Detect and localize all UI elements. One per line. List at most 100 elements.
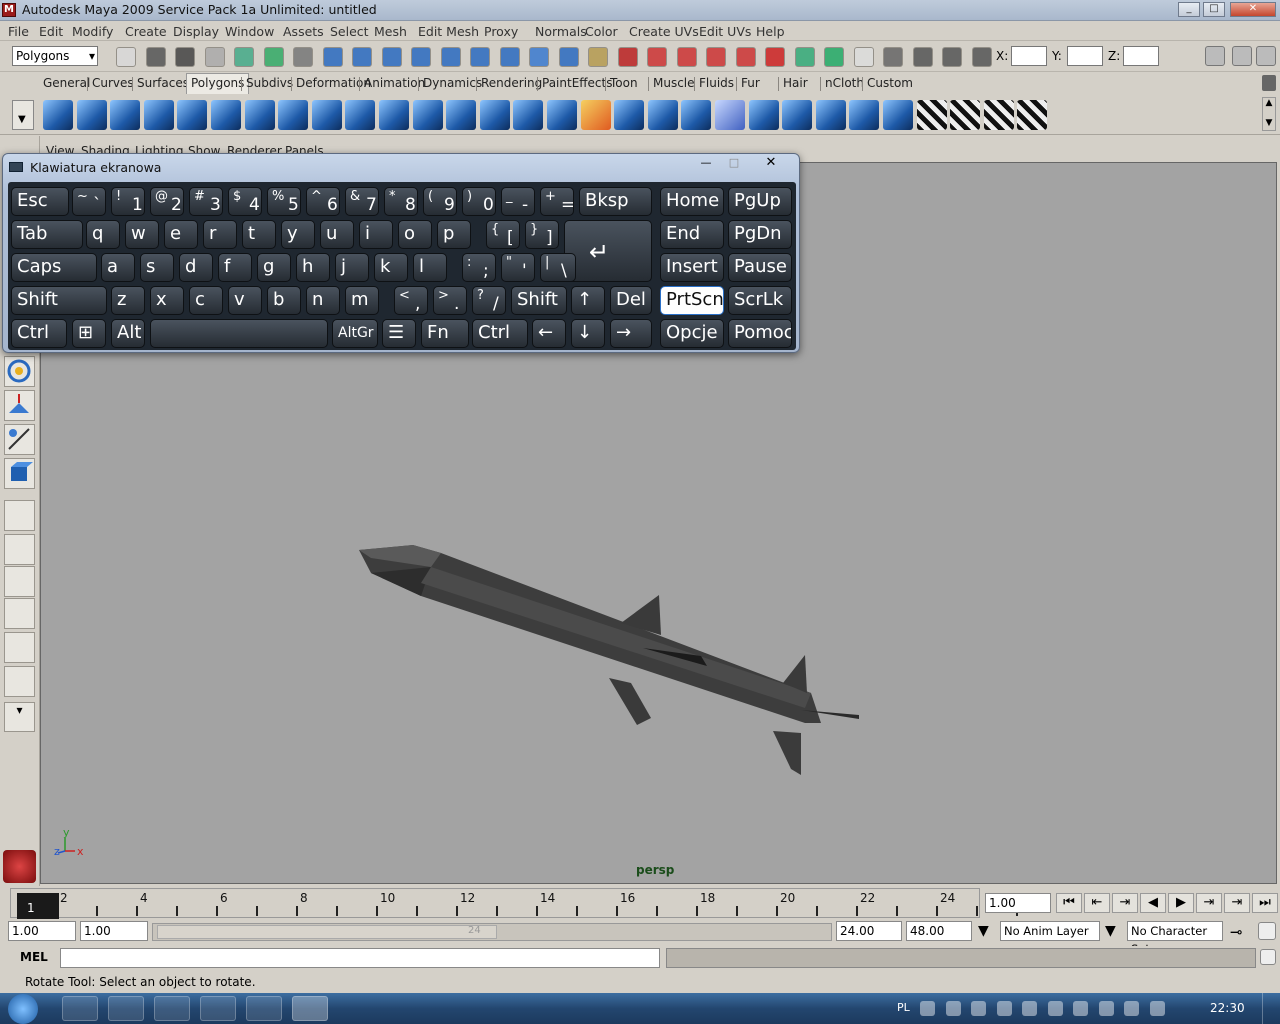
shelf-tool-icon-3[interactable] (110, 100, 141, 130)
menu-proxy[interactable]: Proxy (484, 24, 518, 39)
status-tool-icon-25[interactable] (824, 47, 844, 67)
status-tool-icon-30[interactable] (971, 47, 992, 67)
key-key2-0-3[interactable]: @2 (150, 187, 184, 216)
shelf-tool-icon-7[interactable] (244, 100, 275, 130)
language-indicator[interactable]: PL (897, 1001, 910, 1014)
shelf-tool-icon-11[interactable] (379, 100, 409, 130)
status-tool-icon-18[interactable] (617, 47, 638, 67)
preferences-icon[interactable] (1258, 922, 1276, 940)
key-r-1-4[interactable]: r (203, 220, 237, 249)
status-tool-icon-22[interactable] (735, 47, 756, 67)
key-key7-0-8[interactable]: & 7 (345, 187, 379, 216)
explorer-taskbar-icon[interactable] (108, 996, 144, 1021)
key-key-2-10[interactable]: :; (462, 253, 496, 282)
key-Bksp-0-14[interactable]: Bksp (579, 187, 652, 216)
step-back-key-button[interactable]: ⇤ (1084, 893, 1110, 913)
key--4-9[interactable]: ↓ (571, 319, 605, 348)
status-tool-icon-23[interactable] (765, 47, 785, 67)
shelf-tool-icon-23[interactable] (782, 100, 813, 130)
attribute-editor-icon[interactable] (1205, 46, 1225, 66)
z-input[interactable] (1123, 46, 1159, 66)
key-pause[interactable]: Pause (728, 253, 792, 282)
status-tool-icon-21[interactable] (706, 47, 726, 67)
shelf-tool-icon-26[interactable] (883, 100, 913, 130)
key-e-1-3[interactable]: e (164, 220, 198, 249)
status-tool-icon-19[interactable] (647, 47, 667, 67)
status-tool-icon-1[interactable] (116, 47, 136, 67)
key-insert[interactable]: Insert (660, 253, 724, 282)
status-tool-icon-16[interactable] (558, 47, 579, 67)
key-Alt-4-2[interactable]: Alt (111, 319, 145, 348)
maya-taskbar-icon[interactable] (246, 996, 282, 1021)
shelf-tool-icon-29[interactable] (983, 100, 1014, 130)
key-key-1-12[interactable]: }] (525, 220, 559, 249)
key-l-2-9[interactable]: l (413, 253, 447, 282)
time-slider[interactable]: 1 2 4 6 8 10 12 14 16 18 20 22 24 1.00 ⏮ ⇤ ⇥ ◀ ▶ ⇥ ⇥ ⏭ (0, 886, 1280, 919)
status-tool-icon-6[interactable] (263, 47, 284, 67)
step-forward-frame-button[interactable]: ⇥ (1196, 893, 1222, 913)
scale-tool-icon[interactable] (4, 390, 35, 421)
shelf-tool-icon-16[interactable] (547, 100, 577, 130)
shelf-tab-fur[interactable]: Fur (741, 76, 760, 90)
status-tool-icon-27[interactable] (883, 47, 903, 67)
key-key6-0-7[interactable]: ^ 6 (306, 187, 340, 216)
shelf-tool-icon-13[interactable] (446, 100, 477, 130)
current-time-field[interactable]: 1.00 (985, 893, 1051, 913)
menu-window[interactable]: Window (225, 24, 274, 39)
status-tool-icon-11[interactable] (411, 47, 431, 67)
shelf-scrollbar[interactable]: ▲ ▼ (1262, 97, 1276, 131)
menu-edit-mesh[interactable]: Edit Mesh (418, 24, 479, 39)
key-Tab-1-0[interactable]: Tab (11, 220, 83, 249)
single-perspective-layout-icon[interactable] (4, 500, 35, 531)
key-t-1-5[interactable]: t (242, 220, 276, 249)
key-home[interactable]: Home (660, 187, 724, 216)
key-b-3-5[interactable]: b (267, 286, 301, 315)
menu-display[interactable]: Display (173, 24, 219, 39)
shelf-tab-subdivs[interactable]: Subdivs (246, 76, 293, 90)
key-icon[interactable]: ⊸ (1230, 923, 1243, 941)
shelf-menu-button[interactable]: ▼ (12, 100, 34, 130)
key-w-1-2[interactable]: w (125, 220, 159, 249)
menu-set-dropdown[interactable]: Polygons ▾ (12, 46, 98, 66)
key--4-1[interactable]: ⊞ (72, 319, 106, 348)
status-tool-icon-2[interactable] (145, 47, 166, 67)
key-key-2-12[interactable]: | \ (540, 253, 576, 282)
key--1-13[interactable]: ↵ (564, 220, 652, 282)
tray-icon-10[interactable] (1149, 1001, 1165, 1016)
key-v-3-4[interactable]: v (228, 286, 262, 315)
playback-start-field[interactable]: 1.00 (80, 921, 148, 941)
manipulator-tool-icon[interactable] (4, 424, 35, 455)
key-pgup[interactable]: PgUp (728, 187, 792, 216)
shelf-tool-icon-25[interactable] (849, 100, 880, 130)
shelf-tool-icon-2[interactable] (76, 100, 107, 130)
end-time-field[interactable]: 48.00 (906, 921, 972, 941)
playback-end-field[interactable]: 24.00 (836, 921, 902, 941)
key-key-0-1[interactable]: ~ ` (72, 187, 106, 216)
menu-color[interactable]: Color (585, 24, 618, 39)
status-tool-icon-7[interactable] (293, 47, 313, 67)
last-tool-icon[interactable] (4, 458, 35, 489)
key-Shift-3-11[interactable]: Shift (511, 286, 567, 315)
shelf-tool-icon-8[interactable] (278, 100, 309, 130)
tray-icon-1[interactable] (920, 1001, 935, 1016)
status-tool-icon-29[interactable] (942, 47, 962, 67)
graph-layout-icon[interactable] (4, 666, 35, 697)
hypershade-layout-icon[interactable] (4, 632, 35, 663)
shelf-tool-icon-30[interactable] (1017, 100, 1048, 130)
shelf-tab-painteffects[interactable]: PaintEffects (542, 76, 612, 90)
shelf-tab-ncloth[interactable]: nCloth (825, 76, 864, 90)
shelf-tab-hair[interactable]: Hair (783, 76, 808, 90)
range-slider-handle[interactable]: 24 (157, 925, 497, 939)
go-to-end-button[interactable]: ⏭ (1252, 893, 1278, 913)
key-j-2-7[interactable]: j (335, 253, 369, 282)
key-pgdn[interactable]: PgDn (728, 220, 792, 249)
key--3-12[interactable]: ↑ (571, 286, 605, 315)
key-Esc-0-0[interactable]: Esc (11, 187, 69, 216)
status-tool-icon-9[interactable] (352, 47, 372, 67)
time-slider-track[interactable]: 1 2 4 6 8 10 12 14 16 18 20 22 24 (10, 888, 1018, 919)
key--4-10[interactable]: → (610, 319, 652, 348)
shelf-tool-icon-10[interactable] (345, 100, 376, 130)
missile-model[interactable] (359, 545, 859, 775)
key-Fn-4-6[interactable]: Fn (421, 319, 469, 348)
shelf-tool-icon-17[interactable] (580, 100, 611, 130)
